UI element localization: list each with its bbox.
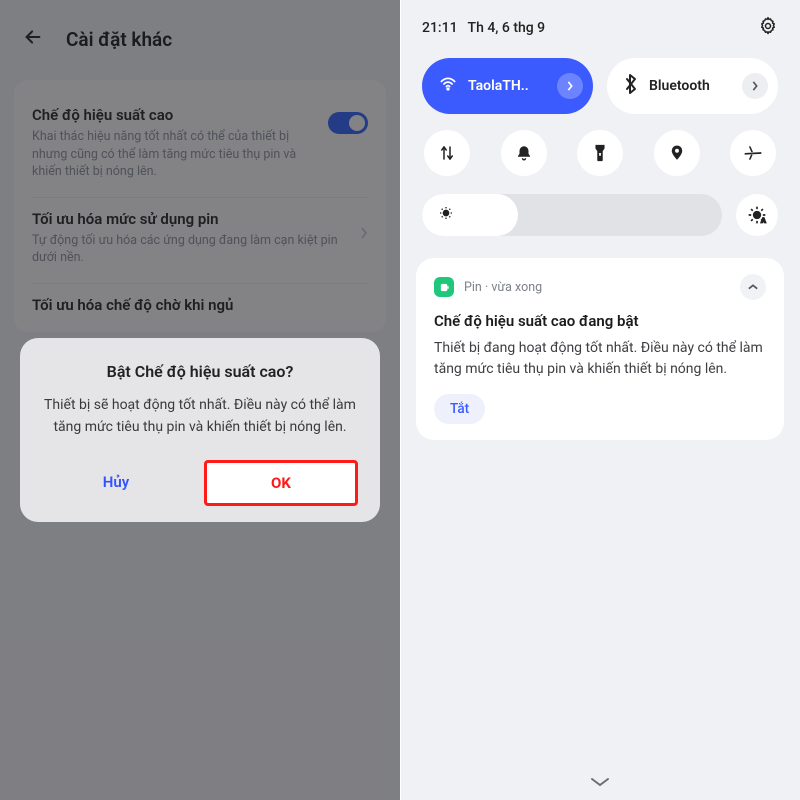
dnd-toggle[interactable] <box>501 130 547 176</box>
dialog-title: Bật Chế độ hiệu suất cao? <box>42 362 358 381</box>
brightness-slider[interactable] <box>422 194 722 236</box>
wifi-label: TaolaTH.. <box>468 78 547 94</box>
ok-button[interactable]: OK <box>271 474 291 492</box>
wifi-tile[interactable]: TaolaTH.. <box>422 58 593 114</box>
bluetooth-label: Bluetooth <box>649 78 732 94</box>
svg-text:A: A <box>761 217 766 225</box>
airplane-toggle[interactable] <box>730 130 776 176</box>
mobile-data-toggle[interactable] <box>424 130 470 176</box>
drawer-expand-icon[interactable] <box>400 776 800 788</box>
bluetooth-tile[interactable]: Bluetooth <box>607 58 778 114</box>
cancel-button[interactable]: Hủy <box>42 460 190 504</box>
battery-app-icon <box>434 277 454 297</box>
wifi-icon <box>438 74 458 98</box>
bluetooth-expand-icon[interactable] <box>742 73 768 99</box>
location-toggle[interactable] <box>654 130 700 176</box>
flashlight-toggle[interactable] <box>577 130 623 176</box>
dialog-body: Thiết bị sẽ hoạt động tốt nhất. Điều này… <box>42 395 358 438</box>
auto-brightness-toggle[interactable]: A <box>736 194 778 236</box>
notification-title: Chế độ hiệu suất cao đang bật <box>434 312 766 330</box>
wifi-expand-icon[interactable] <box>557 73 583 99</box>
status-time: 21:11 <box>422 20 458 36</box>
notification-action-off[interactable]: Tắt <box>434 394 485 424</box>
status-date: Th 4, 6 thg 9 <box>468 20 546 36</box>
settings-icon[interactable] <box>758 16 778 40</box>
confirm-dialog: Bật Chế độ hiệu suất cao? Thiết bị sẽ ho… <box>20 338 380 522</box>
notification-body: Thiết bị đang hoạt động tốt nhất. Điều n… <box>434 338 766 380</box>
collapse-icon[interactable] <box>740 274 766 300</box>
ok-button-highlight: OK <box>204 460 358 506</box>
notification-card[interactable]: Pin · vừa xong Chế độ hiệu suất cao đang… <box>416 258 784 440</box>
bluetooth-icon <box>623 74 639 98</box>
notification-meta: Pin · vừa xong <box>464 280 730 295</box>
brightness-low-icon <box>438 205 454 225</box>
status-bar: 21:11 Th 4, 6 thg 9 <box>400 0 800 50</box>
